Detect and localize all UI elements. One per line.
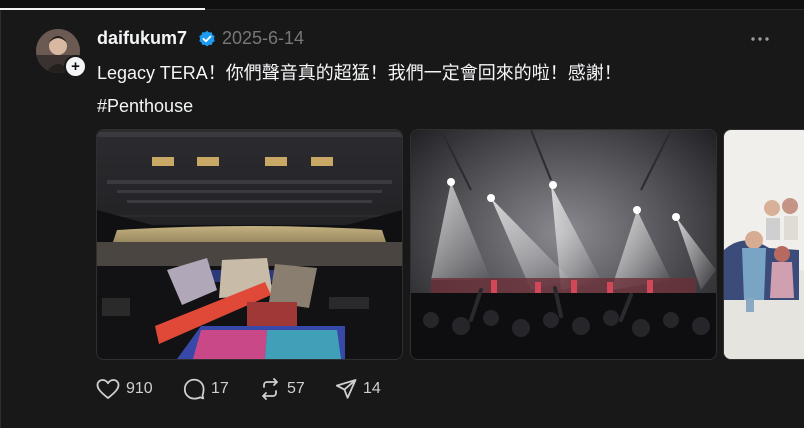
verified-badge-icon — [199, 30, 215, 47]
heart-icon — [96, 379, 120, 399]
share-icon — [335, 379, 357, 399]
thread-post[interactable]: + daifukum7 2025-6-14 Legacy TERA！你們聲音真的… — [0, 10, 804, 428]
author-avatar-container[interactable]: + — [36, 29, 87, 78]
follow-button[interactable]: + — [64, 55, 87, 78]
post-image-3[interactable] — [723, 129, 804, 360]
post-image-2[interactable] — [410, 129, 717, 360]
like-button[interactable]: 910 — [96, 376, 153, 402]
post-timestamp[interactable]: 2025-6-14 — [222, 28, 304, 49]
repost-icon — [262, 378, 278, 400]
author-username[interactable]: daifukum7 — [97, 28, 187, 49]
comment-icon — [183, 378, 205, 400]
reply-button[interactable]: 17 — [183, 376, 229, 402]
repost-button[interactable]: 57 — [259, 376, 305, 402]
like-count: 910 — [126, 380, 153, 397]
share-button[interactable]: 14 — [335, 376, 381, 402]
reply-count: 17 — [211, 380, 229, 397]
more-icon[interactable] — [749, 30, 771, 48]
post-hashtag[interactable]: #Penthouse — [97, 96, 193, 117]
repost-count: 57 — [287, 380, 305, 397]
post-image-1[interactable] — [96, 129, 403, 360]
post-body-text: Legacy TERA！你們聲音真的超猛！我們一定會回來的啦！感謝！ — [97, 63, 622, 83]
share-count: 14 — [363, 380, 381, 397]
plus-icon: + — [71, 58, 80, 75]
